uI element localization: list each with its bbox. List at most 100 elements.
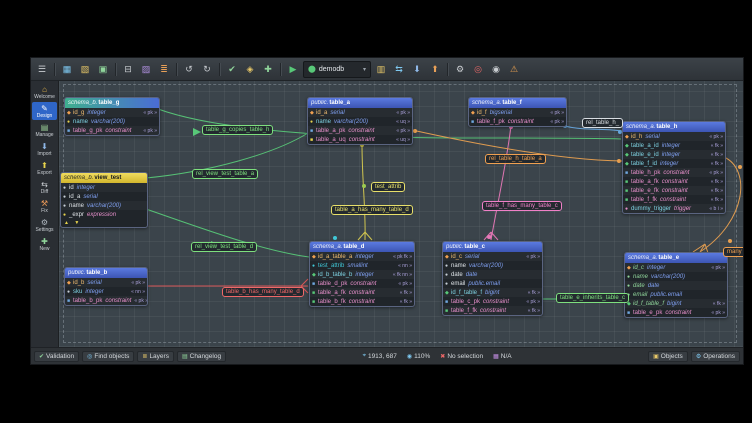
table-node-table_h[interactable]: schema_a.table_h◆id_hserial« pk »◆table_… <box>622 121 726 214</box>
statusbar-tab-validation[interactable]: ✔Validation <box>34 351 79 362</box>
table-row[interactable]: ■table_a_pkconstraint« pk » <box>308 126 412 135</box>
table-row[interactable]: ●test_attribsmallint« nn » <box>310 261 414 270</box>
table-row[interactable]: ●idinteger <box>61 183 147 192</box>
table-row[interactable]: ●namevarchar(200)« uq » <box>308 117 412 126</box>
relationship-label[interactable]: table_e_inherits_table_c <box>556 293 629 303</box>
table-row[interactable]: ◆id_f_table_fbigint« fk » <box>443 288 542 297</box>
table-row[interactable]: ●datedate <box>625 281 727 290</box>
table-row[interactable]: ■table_e_pkconstraint« pk » <box>625 308 727 317</box>
table-row[interactable]: ◆id_fbigserial« pk » <box>469 108 566 117</box>
edit-data-button[interactable]: ▥ <box>373 61 389 77</box>
table-row[interactable]: ●skuinteger« nn » <box>65 287 147 296</box>
table-row[interactable]: ■table_b_fkconstraint« fk » <box>310 297 414 306</box>
sidebar-item-manage[interactable]: ▤Manage <box>32 121 57 139</box>
table-row[interactable]: ■table_a_uqconstraint« uq » <box>308 135 412 144</box>
table-row[interactable]: ●datedate <box>443 270 542 279</box>
table-row[interactable]: ◆id_bserial« pk » <box>65 278 147 287</box>
table-row[interactable]: ■table_f_pkconstraint« pk » <box>469 117 566 126</box>
zoom-level[interactable]: ◉ 110% <box>407 353 430 360</box>
statusbar-tab-layers[interactable]: ≣Layers <box>137 351 174 362</box>
table-row[interactable]: ■table_f_fkconstraint« fk » <box>443 306 542 315</box>
table-row[interactable]: ■table_a_fkconstraint« fk » <box>310 288 414 297</box>
diff-database-button[interactable]: ⇆ <box>391 61 407 77</box>
table-node-table_e[interactable]: schema_a.table_e◆id_cinteger« pk »●namev… <box>624 252 728 318</box>
table-node-table_g[interactable]: schema_b.table_g◆id_ginteger« pk »●namev… <box>64 97 160 136</box>
relationship-label[interactable]: table_b_has_many_table_d <box>222 287 304 297</box>
save-model-button[interactable]: ▣ <box>95 61 111 77</box>
table-row[interactable]: ●_exprexpression <box>61 210 147 219</box>
table-row[interactable]: ■table_a_fkconstraint« fk » <box>623 177 725 186</box>
table-row[interactable]: ◆id_ginteger« pk » <box>65 108 159 117</box>
table-node-table_f[interactable]: schema_a.table_f◆id_fbigserial« pk »■tab… <box>468 97 567 127</box>
table-row[interactable]: ■table_c_pkconstraint« pk » <box>443 297 542 306</box>
relationship-label[interactable]: table_a_has_many_table_d <box>331 205 413 215</box>
menu-button[interactable]: ☰ <box>34 61 50 77</box>
table-row[interactable]: ■table_d_pkconstraint« pk » <box>310 279 414 288</box>
open-model-button[interactable]: ▧ <box>77 61 93 77</box>
redo-button[interactable]: ↻ <box>199 61 215 77</box>
objects-button[interactable]: ▣ Objects <box>648 351 688 362</box>
table-row[interactable]: ●dummy_triggertrigger« b i » <box>623 204 725 213</box>
about-button[interactable]: ◉ <box>488 61 504 77</box>
table-row[interactable]: ◆table_a_idinteger« fk » <box>623 141 725 150</box>
view-node-view_test[interactable]: schema_b.view_test●idinteger●id_aserial●… <box>60 172 148 228</box>
table-node-table_d[interactable]: schema_a.table_d◆id_a_table_ainteger« pk… <box>309 241 415 307</box>
operations-button[interactable]: ⚙ Operations <box>691 351 740 362</box>
table-node-table_a[interactable]: public.table_a◆id_aserial« pk »●namevarc… <box>307 97 413 145</box>
model-objects-button[interactable]: ◈ <box>242 61 258 77</box>
import-database-button[interactable]: ⬇ <box>409 61 425 77</box>
export-database-button[interactable]: ⬆ <box>427 61 443 77</box>
table-row[interactable]: ●namevarchar(200) <box>625 272 727 281</box>
relationship-label[interactable]: rel_view_test_table_a <box>192 169 258 179</box>
relationship-label[interactable]: rel_table_h_ <box>582 118 623 128</box>
relationship-label[interactable]: test_attrib <box>371 182 405 192</box>
new-model-button[interactable]: ▦ <box>59 61 75 77</box>
sidebar-item-design[interactable]: ✎Design <box>32 102 57 120</box>
table-row[interactable]: ●namevarchar(200) <box>61 201 147 210</box>
table-row[interactable]: ■table_h_pkconstraint« pk » <box>623 168 725 177</box>
table-row[interactable]: ●namevarchar(200) <box>443 261 542 270</box>
new-object-button[interactable]: ✚ <box>260 61 276 77</box>
validate-model-button[interactable]: ✔ <box>224 61 240 77</box>
table-row[interactable]: ◆id_cserial« pk » <box>443 252 542 261</box>
table-row[interactable]: ●emailpublic.email <box>443 279 542 288</box>
statusbar-tab-changelog[interactable]: ▤Changelog <box>177 351 226 362</box>
sidebar-item-diff[interactable]: ⇆Diff <box>32 178 57 196</box>
settings-button[interactable]: ⚙ <box>452 61 468 77</box>
relationship-label[interactable]: many <box>723 247 743 257</box>
table-row[interactable]: ◆id_hserial« pk » <box>623 132 725 141</box>
table-row[interactable]: ◆id_cinteger« pk » <box>625 263 727 272</box>
sidebar-item-export[interactable]: ⬆Export <box>32 159 57 177</box>
print-model-button[interactable]: ⊟ <box>120 61 136 77</box>
table-node-table_b[interactable]: public.table_b◆id_bserial« pk »●skuinteg… <box>64 267 148 306</box>
table-row[interactable]: ●emailpublic.email <box>625 290 727 299</box>
table-row[interactable]: ◆table_f_idinteger« fk » <box>623 159 725 168</box>
table-row[interactable]: ■table_e_fkconstraint« fk » <box>623 186 725 195</box>
table-row[interactable]: ■table_g_pkconstraint« pk » <box>65 126 159 135</box>
table-row[interactable]: ●id_aserial <box>61 192 147 201</box>
table-row[interactable]: ■table_b_pkconstraint« pk » <box>65 296 147 305</box>
donate-button[interactable]: ◎ <box>470 61 486 77</box>
diagram-canvas[interactable]: schema_b.table_g◆id_ginteger« pk »●namev… <box>59 81 743 347</box>
relationship-label[interactable]: rel_view_test_table_d <box>191 242 257 252</box>
table-node-table_c[interactable]: public.table_c◆id_cserial« pk »●namevarc… <box>442 241 543 316</box>
relationship-label[interactable]: rel_table_h_table_a <box>485 154 546 164</box>
warning-button[interactable]: ⚠ <box>506 61 522 77</box>
database-combo[interactable]: ⬤demodb▾ <box>303 61 371 78</box>
table-row[interactable]: ◆id_f_table_fbigint« fk » <box>625 299 727 308</box>
table-row[interactable]: ◆id_a_table_ainteger« pk fk » <box>310 252 414 261</box>
sidebar-item-fix[interactable]: ⚒Fix <box>32 197 57 215</box>
sidebar-item-new[interactable]: ✚New <box>32 235 57 253</box>
sidebar-item-welcome[interactable]: ⌂Welcome <box>32 83 57 101</box>
statusbar-tab-find-objects[interactable]: ◎Find objects <box>82 351 134 362</box>
table-row[interactable]: ■table_f_fkconstraint« fk » <box>623 195 725 204</box>
relationship-label[interactable]: table_g_copies_table_h <box>202 125 273 135</box>
export-image-button[interactable]: ▨ <box>138 61 154 77</box>
sidebar-item-import[interactable]: ⬇Import <box>32 140 57 158</box>
relationship-label[interactable]: table_f_has_many_table_c <box>482 201 562 211</box>
export-sql-button[interactable]: ≣ <box>156 61 172 77</box>
table-row[interactable]: ◆table_e_idinteger« fk » <box>623 150 725 159</box>
table-row[interactable]: ◆id_aserial« pk » <box>308 108 412 117</box>
sidebar-item-settings[interactable]: ⚙Settings <box>32 216 57 234</box>
table-row[interactable]: ◆id_b_table_binteger« fk nn » <box>310 270 414 279</box>
